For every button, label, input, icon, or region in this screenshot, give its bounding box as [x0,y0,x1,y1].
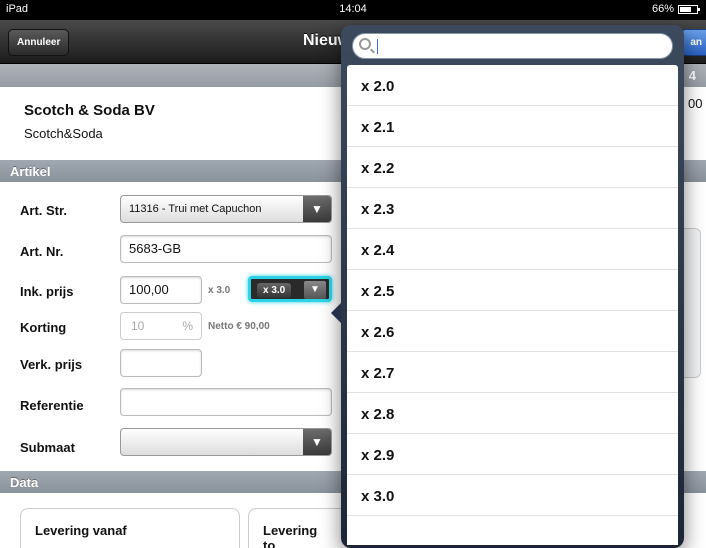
battery-percent: 66% [651,3,674,15]
percent-symbol: % [182,319,193,333]
text-caret [377,39,378,54]
chevron-down-icon: ▼ [304,281,326,299]
dropdown-arrow-icon: ▼ [303,429,331,455]
art-str-value: 11316 - Trui met Capuchon [129,203,262,215]
dropdown-arrow-icon: ▼ [303,196,331,222]
multiplier-value: x 3.0 [257,283,292,298]
ink-prijs-label: Ink. prijs [20,284,74,299]
korting-placeholder: 10 [131,319,145,333]
company-value: 00 [688,96,703,111]
cancel-button[interactable]: Annuleer [8,29,70,56]
save-button[interactable]: an [681,29,706,56]
picker-item[interactable]: x 2.3 [347,188,678,229]
korting-label: Korting [20,320,67,335]
popover-arrow [331,303,341,323]
company-short-name: Scotch&Soda [24,126,103,141]
picker-item[interactable]: x 3.0 [347,475,678,516]
picker-item[interactable]: x 2.7 [347,352,678,393]
levering-tot-label: Levering to [263,523,318,548]
picker-item[interactable]: x 2.2 [347,147,678,188]
ink-multiplier-text: x 3.0 [208,285,231,296]
picker-list[interactable]: x 2.0 x 2.1 x 2.2 x 2.3 x 2.4 x 2.5 x 2.6 x 2.7… [347,65,678,545]
picker-item[interactable]: x 2.6 [347,311,678,352]
multiplier-popover: x 2.0 x 2.1 x 2.2 x 2.3 x 2.4 x 2.5 x 2.6 x 2.7… [331,25,684,548]
picker-item[interactable]: x 2.4 [347,229,678,270]
battery-indicator: 66% [651,3,700,15]
art-str-select[interactable]: 11316 - Trui met Capuchon ▼ [120,195,332,223]
levering-vanaf-label: Levering vanaf [35,523,127,538]
referentie-label: Referentie [20,398,84,413]
netto-text: Netto € 90,00 [208,321,270,332]
verk-prijs-label: Verk. prijs [20,357,83,372]
levering-tot-card[interactable]: Levering to [248,508,348,548]
levering-vanaf-card[interactable]: Levering vanaf [20,508,240,548]
referentie-field[interactable] [120,388,332,416]
korting-field[interactable]: 10 % [120,312,202,340]
picker-item[interactable]: x 2.5 [347,270,678,311]
picker-item[interactable]: x 2.8 [347,393,678,434]
picker-item[interactable]: x 2.9 [347,434,678,475]
art-nr-label: Art. Nr. [20,244,64,259]
picker-item[interactable]: x 2.0 [347,65,678,106]
art-str-label: Art. Str. [20,203,67,218]
clock: 14:04 [339,3,367,15]
search-input[interactable] [352,33,673,59]
multiplier-select[interactable]: x 3.0 ▼ [248,276,332,302]
search-icon [359,38,371,50]
battery-icon [678,4,700,14]
company-name: Scotch & Soda BV [24,102,155,119]
submaat-select[interactable]: ▼ [120,428,332,456]
band-number: 4 [688,68,696,83]
verk-prijs-field[interactable] [120,349,202,377]
picker-item[interactable]: x 2.1 [347,106,678,147]
status-bar: iPad 14:04 66% [0,0,706,20]
submaat-label: Submaat [20,440,75,455]
art-nr-field[interactable]: 5683-GB [120,235,332,263]
ink-prijs-field[interactable]: 100,00 [120,276,202,304]
